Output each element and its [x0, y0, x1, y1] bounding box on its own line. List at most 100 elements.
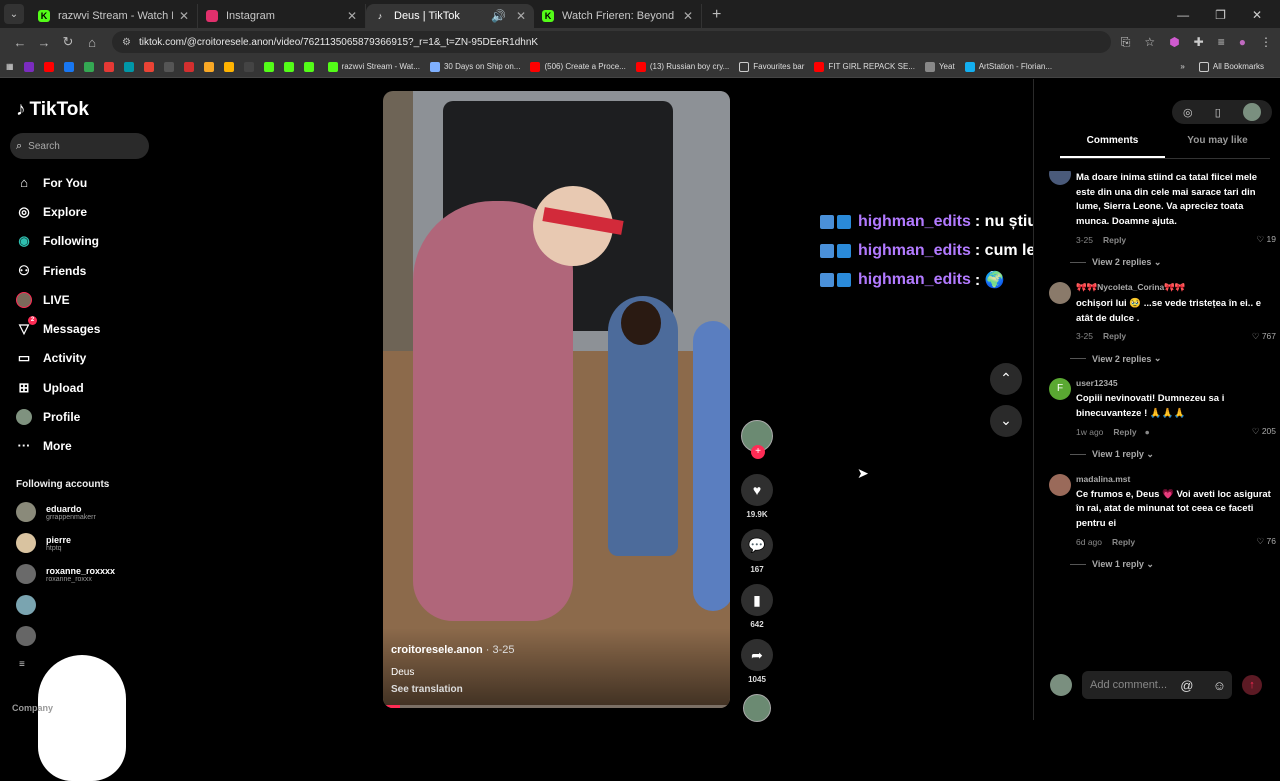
bookmark-5[interactable]: FIT GIRL REPACK SE... — [814, 61, 915, 72]
bookmark-6[interactable]: Yeat — [924, 61, 955, 72]
follow-plus-icon[interactable]: + — [751, 445, 765, 459]
browser-tab-0[interactable]: K razwvi Stream - Watch Live on Kick ✕ — [30, 4, 198, 28]
view-replies-button[interactable]: View 2 replies ⌄ — [1070, 257, 1276, 268]
bookmark-3[interactable]: (13) Russian boy cry... — [635, 61, 729, 72]
reload-icon[interactable]: ↻ — [56, 34, 80, 50]
close-window-icon[interactable]: ✕ — [1252, 8, 1262, 22]
sidebar-item-activity[interactable]: ▭ Activity — [16, 344, 156, 373]
following-account-row[interactable]: pierre htptq — [16, 533, 156, 553]
comment-like-button[interactable]: ♡ 767 — [1252, 331, 1276, 342]
previous-video-button[interactable]: ⌃ — [990, 363, 1022, 395]
tab-comments[interactable]: Comments — [1060, 135, 1165, 158]
following-account-row[interactable]: eduardo grrappenmakerr — [16, 502, 156, 522]
puzzle-icon[interactable]: ✚ — [1194, 35, 1204, 49]
see-translation-link[interactable]: See translation — [391, 684, 463, 695]
avatar[interactable]: F — [1049, 378, 1071, 401]
avatar[interactable] — [1049, 171, 1071, 185]
send-comment-button[interactable]: ↑ — [1242, 675, 1262, 695]
star-icon[interactable]: ☆ — [1144, 35, 1155, 49]
sidebar-item-for-you[interactable]: ⌂ For You — [16, 168, 156, 197]
sidebar-item-more[interactable]: ··· More — [16, 432, 156, 461]
sidebar-item-profile[interactable]: Profile — [16, 402, 156, 431]
close-tab-icon[interactable]: ✕ — [347, 9, 357, 23]
restore-icon[interactable]: ❐ — [1215, 8, 1226, 22]
video-progress-bar[interactable] — [383, 705, 730, 708]
all-bookmarks-folder[interactable]: All Bookmarks — [1198, 61, 1264, 72]
apps-icon[interactable]: ▦ — [6, 62, 14, 71]
save-button[interactable]: ▮ 642 — [740, 584, 774, 629]
company-link[interactable]: Company — [12, 703, 53, 713]
compass-icon[interactable]: ◎ — [1183, 106, 1193, 119]
reply-button[interactable]: Reply — [1103, 235, 1126, 245]
reply-button[interactable]: Reply — [1112, 537, 1135, 547]
bookmark-7[interactable]: ArtStation - Florian... — [964, 61, 1052, 72]
sound-avatar-button[interactable] — [740, 694, 774, 722]
browser-tab-1[interactable]: Instagram ✕ — [198, 4, 366, 28]
emoji-icon[interactable]: ☺ — [1213, 678, 1226, 693]
comment-username[interactable]: 🎀🎀Nycoleta_Corina🎀🎀 — [1076, 282, 1276, 293]
view-replies-button[interactable]: View 2 replies ⌄ — [1070, 353, 1276, 364]
comment-like-button[interactable]: ♡ 205 — [1252, 426, 1276, 437]
sidebar-item-live[interactable]: LIVE — [16, 285, 156, 314]
comment-like-button[interactable]: ♡ 76 — [1257, 536, 1276, 547]
home-icon[interactable]: ⌂ — [80, 35, 104, 50]
following-icon: ◉ — [18, 233, 30, 249]
reply-button[interactable]: Reply — [1113, 427, 1136, 437]
install-app-icon[interactable]: ⎘ — [1121, 35, 1131, 50]
comment-username[interactable]: madalina.mst — [1076, 474, 1276, 484]
share-button[interactable]: ➦ 1045 — [740, 639, 774, 684]
avatar[interactable] — [1049, 281, 1071, 304]
minimize-icon[interactable]: — — [1177, 8, 1189, 22]
view-replies-button[interactable]: View 1 reply ⌄ — [1070, 449, 1276, 460]
site-info-icon[interactable]: ⚙ — [122, 37, 131, 48]
more-icon: ··· — [17, 438, 31, 454]
tiktok-logo[interactable]: ♪ TikTok — [16, 99, 89, 121]
menu-icon[interactable]: ⋮ — [1260, 35, 1272, 49]
sidebar-item-following[interactable]: ◉ Following — [16, 227, 156, 256]
following-account-row[interactable] — [16, 626, 156, 646]
mention-icon[interactable]: @ — [1180, 678, 1193, 693]
bookmark-0[interactable]: razwvi Stream - Wat... — [327, 61, 420, 72]
new-tab-button[interactable]: + — [712, 6, 721, 24]
phone-icon[interactable]: ▯ — [1215, 106, 1221, 119]
search-input[interactable]: ⌕ Search — [10, 133, 149, 159]
media-icon[interactable]: ≡ — [1218, 35, 1225, 49]
back-icon[interactable]: ← — [8, 35, 32, 50]
close-tab-icon[interactable]: ✕ — [683, 9, 693, 23]
video-player[interactable]: croitoresele.anon · 3-25 Deus See transl… — [383, 91, 730, 708]
avatar[interactable] — [1242, 103, 1261, 121]
bookmark-2[interactable]: (506) Create a Proce... — [530, 61, 626, 72]
add-comment-input[interactable]: Add comment... @ ☺ — [1082, 671, 1232, 699]
extension-icon[interactable]: ⬢ — [1169, 35, 1179, 49]
comment-username[interactable]: user12345 — [1076, 378, 1276, 388]
close-tab-icon[interactable]: ✕ — [179, 9, 189, 23]
video-author[interactable]: croitoresele.anon · 3-25 — [391, 644, 515, 656]
browser-tab-3[interactable]: K Watch Frieren: Beyond Journey's End ✕ — [534, 4, 702, 28]
reply-button[interactable]: Reply — [1103, 331, 1126, 341]
bookmark-1[interactable]: 30 Days on Ship on... — [429, 61, 520, 72]
like-button[interactable]: ♥ 19.9K — [740, 474, 774, 519]
avatar[interactable] — [1049, 473, 1071, 496]
profile-icon[interactable]: ● — [1239, 35, 1246, 49]
browser-tab-2[interactable]: ♪ Deus | TikTok 🔊 ✕ — [366, 4, 534, 28]
author-avatar-button[interactable]: + — [740, 420, 774, 459]
close-tab-icon[interactable]: ✕ — [516, 9, 526, 23]
sidebar-item-upload[interactable]: ⊞ Upload — [16, 373, 156, 402]
view-replies-button[interactable]: View 1 reply ⌄ — [1070, 559, 1276, 570]
following-account-row[interactable] — [16, 595, 156, 615]
sidebar-item-explore[interactable]: ◎ Explore — [16, 197, 156, 226]
sidebar-item-messages[interactable]: ▽ 2 Messages — [16, 314, 156, 343]
comment-button[interactable]: 💬 167 — [740, 529, 774, 574]
tab-title: razwvi Stream - Watch Live on Kick — [58, 10, 173, 22]
url-field[interactable]: ⚙ tiktok.com/@croitoresele.anon/video/76… — [112, 31, 1111, 53]
forward-icon[interactable]: → — [32, 35, 56, 50]
sidebar-item-friends[interactable]: ⚇ Friends — [16, 256, 156, 285]
next-video-button[interactable]: ⌄ — [990, 405, 1022, 437]
bookmark-folder-favourites[interactable]: Favourites bar — [739, 61, 804, 72]
comment-like-button[interactable]: ♡ 19 — [1257, 234, 1276, 245]
tab-search-button[interactable]: ⌄ — [4, 4, 24, 24]
tab-you-may-like[interactable]: You may like — [1165, 135, 1270, 158]
more-bookmarks-icon[interactable]: » — [1180, 62, 1184, 72]
following-account-row[interactable]: roxanne_roxxxx roxanne_roxxx — [16, 564, 156, 584]
speaker-icon[interactable]: 🔊 — [491, 9, 506, 23]
